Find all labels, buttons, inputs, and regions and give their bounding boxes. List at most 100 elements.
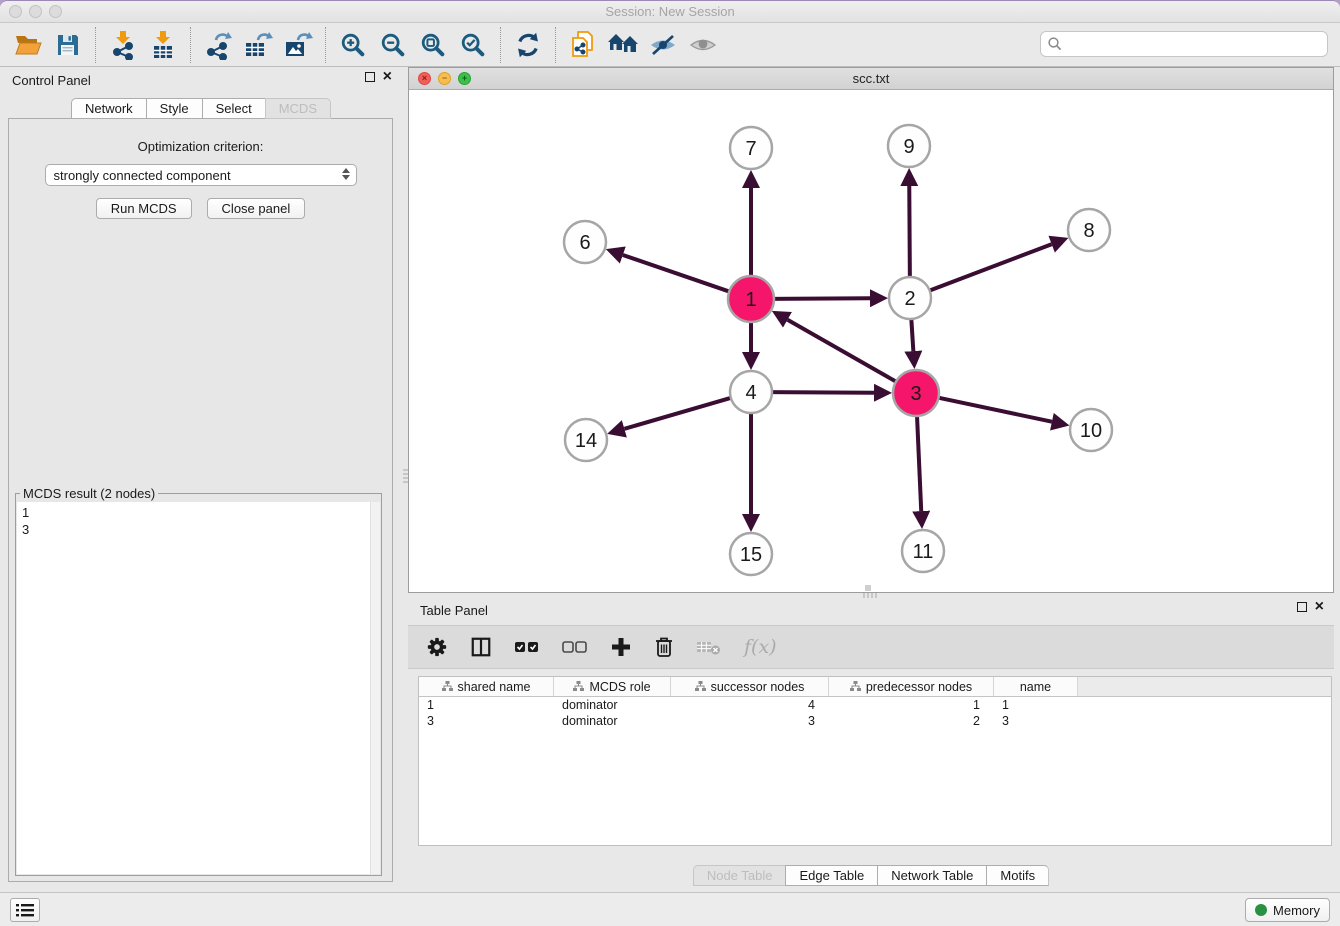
graph-edge-2-9[interactable] bbox=[909, 186, 910, 279]
svg-text:15: 15 bbox=[740, 544, 762, 566]
select-all-icon[interactable] bbox=[514, 632, 540, 662]
table-row[interactable]: 3dominator323 bbox=[419, 713, 1331, 729]
table-cell[interactable]: 3 bbox=[671, 713, 829, 729]
refresh-arrows-icon[interactable] bbox=[508, 26, 548, 64]
table-cell[interactable]: 2 bbox=[829, 713, 994, 729]
export-image-icon[interactable] bbox=[278, 26, 318, 64]
table-cell[interactable]: 1 bbox=[829, 697, 994, 713]
toolbar-separator bbox=[325, 27, 326, 63]
svg-text:9: 9 bbox=[903, 136, 914, 158]
trash-icon[interactable] bbox=[654, 632, 674, 662]
memory-status-icon bbox=[1255, 904, 1267, 916]
table-row[interactable]: 1dominator411 bbox=[419, 697, 1331, 713]
houses-icon[interactable] bbox=[603, 26, 643, 64]
table-tab-edge-table[interactable]: Edge Table bbox=[785, 865, 877, 886]
memory-button[interactable]: Memory bbox=[1245, 898, 1330, 922]
graph-edge-3-11[interactable] bbox=[917, 414, 921, 511]
graph-edge-4-14[interactable] bbox=[624, 397, 732, 429]
table-tab-network-table[interactable]: Network Table bbox=[877, 865, 986, 886]
splitter-grip[interactable] bbox=[403, 469, 408, 483]
export-table-icon[interactable] bbox=[238, 26, 278, 64]
run-mcds-button[interactable]: Run MCDS bbox=[96, 198, 192, 219]
deselect-all-icon[interactable] bbox=[562, 632, 588, 662]
graph-edge-1-6[interactable] bbox=[623, 255, 731, 292]
table-cell[interactable]: 1 bbox=[994, 697, 1078, 713]
graph-edge-3-10[interactable] bbox=[937, 397, 1052, 421]
svg-text:6: 6 bbox=[579, 232, 590, 254]
column-header-shared-name[interactable]: shared name bbox=[419, 677, 554, 696]
svg-text:4: 4 bbox=[745, 382, 756, 404]
eye-icon[interactable] bbox=[683, 26, 723, 64]
close-panel-button[interactable]: Close panel bbox=[207, 198, 306, 219]
control-tab-style[interactable]: Style bbox=[146, 98, 202, 119]
svg-text:1: 1 bbox=[745, 289, 756, 311]
graph-node-11[interactable]: 11 bbox=[902, 530, 944, 572]
table-cell[interactable]: dominator bbox=[554, 713, 671, 729]
graph-edge-2-8[interactable] bbox=[928, 244, 1052, 291]
table-cell[interactable]: 3 bbox=[994, 713, 1078, 729]
table-panel-title: Table Panel bbox=[420, 603, 488, 618]
table-cell[interactable]: 1 bbox=[419, 697, 554, 713]
graph-edge-2-3[interactable] bbox=[911, 317, 913, 351]
search-input[interactable] bbox=[1040, 31, 1328, 57]
network-canvas[interactable]: 7 9 6 8 1 2 4 3 14 10 15 11 bbox=[409, 90, 1333, 592]
zoom-in-icon[interactable] bbox=[333, 26, 373, 64]
float-panel-icon[interactable] bbox=[365, 72, 375, 82]
gear-icon[interactable] bbox=[426, 632, 448, 662]
column-header-MCDS-role[interactable]: MCDS role bbox=[554, 677, 671, 696]
column-header-predecessor-nodes[interactable]: predecessor nodes bbox=[829, 677, 994, 696]
import-table-icon[interactable] bbox=[143, 26, 183, 64]
graph-node-7[interactable]: 7 bbox=[730, 127, 772, 169]
float-panel-icon[interactable] bbox=[1297, 602, 1307, 612]
column-header-successor-nodes[interactable]: successor nodes bbox=[671, 677, 829, 696]
graph-edge-1-2[interactable] bbox=[772, 298, 870, 299]
table-cell[interactable]: 3 bbox=[419, 713, 554, 729]
control-tab-select[interactable]: Select bbox=[202, 98, 265, 119]
save-floppy-icon[interactable] bbox=[48, 26, 88, 64]
table-tab-node-table[interactable]: Node Table bbox=[693, 865, 786, 886]
graph-node-4[interactable]: 4 bbox=[730, 371, 772, 413]
criterion-select[interactable]: strongly connected component bbox=[45, 164, 357, 186]
table-tabs: Node TableEdge TableNetwork TableMotifs bbox=[408, 865, 1334, 886]
table-cell[interactable]: 4 bbox=[671, 697, 829, 713]
close-panel-icon[interactable]: × bbox=[1315, 602, 1324, 612]
application-window: Session: New Session bbox=[0, 0, 1340, 926]
canvas-resize-grip[interactable] bbox=[865, 585, 871, 591]
graph-node-2[interactable]: 2 bbox=[889, 277, 931, 319]
network-window-titlebar[interactable]: × − + scc.txt bbox=[409, 68, 1333, 90]
result-scrollbar[interactable] bbox=[370, 502, 380, 874]
mcds-result-list[interactable]: 1 3 bbox=[17, 502, 380, 874]
graph-edge-4-3[interactable] bbox=[770, 392, 874, 393]
network-view-window: × − + scc.txt 7 9 6 8 1 2 4 3 14 10 15 11 bbox=[408, 67, 1334, 593]
graph-node-15[interactable]: 15 bbox=[730, 533, 772, 575]
column-header-name[interactable]: name bbox=[994, 677, 1078, 696]
graph-node-8[interactable]: 8 bbox=[1068, 209, 1110, 251]
graph-node-6[interactable]: 6 bbox=[564, 221, 606, 263]
close-panel-icon[interactable]: × bbox=[383, 72, 392, 82]
plus-icon[interactable] bbox=[610, 632, 632, 662]
header-filler bbox=[1078, 677, 1331, 696]
graph-node-9[interactable]: 9 bbox=[888, 125, 930, 167]
import-network-icon[interactable] bbox=[103, 26, 143, 64]
svg-text:2: 2 bbox=[904, 288, 915, 310]
open-folder-icon[interactable] bbox=[8, 26, 48, 64]
table-cell[interactable]: dominator bbox=[554, 697, 671, 713]
zoom-selected-icon[interactable] bbox=[453, 26, 493, 64]
svg-text:7: 7 bbox=[745, 138, 756, 160]
documents-share-icon[interactable] bbox=[563, 26, 603, 64]
graph-node-3[interactable]: 3 bbox=[893, 370, 939, 416]
control-panel: Control Panel × NetworkStyleSelectMCDS O… bbox=[0, 67, 402, 893]
task-log-button[interactable] bbox=[10, 898, 40, 922]
graph-edge-3-1[interactable] bbox=[787, 320, 897, 383]
control-tab-network[interactable]: Network bbox=[71, 98, 146, 119]
graph-node-1[interactable]: 1 bbox=[728, 276, 774, 322]
graph-node-10[interactable]: 10 bbox=[1070, 409, 1112, 451]
table-tab-motifs[interactable]: Motifs bbox=[986, 865, 1049, 886]
zoom-out-icon[interactable] bbox=[373, 26, 413, 64]
export-network-icon[interactable] bbox=[198, 26, 238, 64]
control-tab-mcds[interactable]: MCDS bbox=[265, 98, 331, 119]
eye-slash-icon[interactable] bbox=[643, 26, 683, 64]
columns-icon[interactable] bbox=[470, 632, 492, 662]
graph-node-14[interactable]: 14 bbox=[565, 419, 607, 461]
zoom-fit-icon[interactable] bbox=[413, 26, 453, 64]
